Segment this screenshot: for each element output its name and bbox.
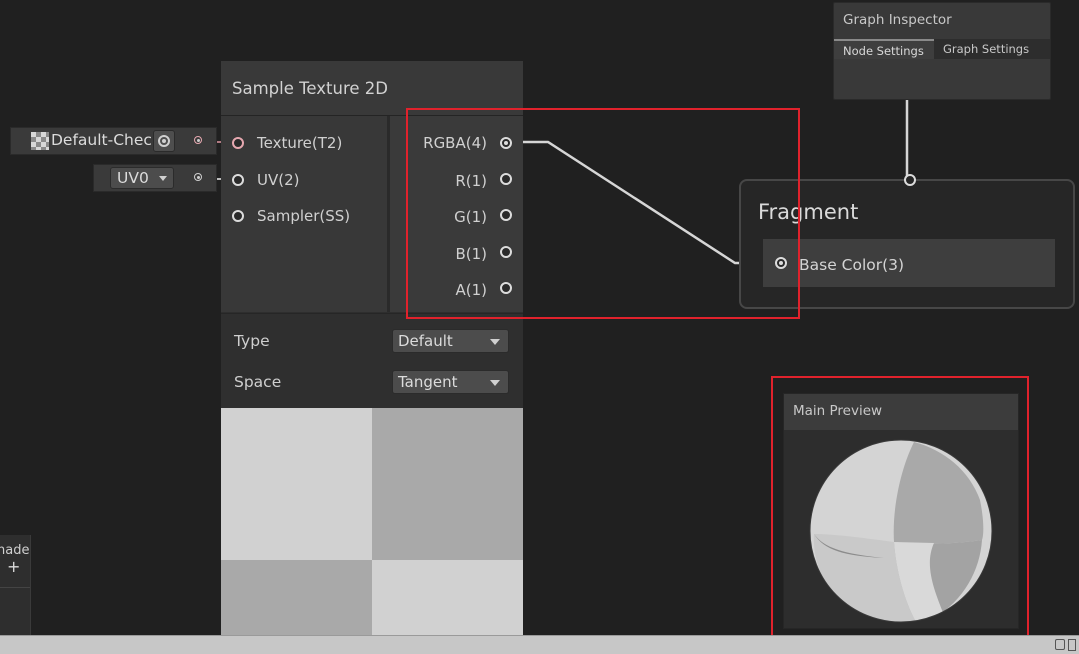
sampler-input-port[interactable] <box>232 210 244 222</box>
node-title: Sample Texture 2D <box>232 79 388 98</box>
texture-input-port[interactable] <box>232 137 244 149</box>
uv-inline-input: UV0 <box>93 164 217 192</box>
space-label: Space <box>234 373 282 391</box>
base-color-label: Base Color(3) <box>799 256 905 274</box>
blackboard-divider <box>0 587 30 588</box>
lock-icon[interactable] <box>1055 639 1065 650</box>
uv-channel-dropdown[interactable]: UV0 <box>110 167 174 189</box>
space-value: Tangent <box>398 373 458 391</box>
tab-graph-settings[interactable]: Graph Settings <box>934 39 1050 59</box>
ports-divider <box>387 116 390 312</box>
blackboard-panel-edge: hade + <box>0 535 31 635</box>
checker-texture-icon <box>31 132 49 150</box>
preview-highlight-box <box>771 376 1029 637</box>
sampler-input-label: Sampler(SS) <box>257 207 351 225</box>
add-property-button[interactable]: + <box>7 557 20 576</box>
graph-inspector-panel: Graph Inspector Node Settings Graph Sett… <box>833 2 1051 100</box>
type-value: Default <box>398 332 453 350</box>
texture-inline-input[interactable]: Default-Chec <box>10 127 217 155</box>
texture-inline-port-icon <box>194 136 202 144</box>
uv-channel-value: UV0 <box>117 169 149 187</box>
type-label: Type <box>234 332 270 350</box>
node-texture-preview <box>221 408 523 636</box>
tab-node-settings[interactable]: Node Settings <box>834 39 934 59</box>
graph-inspector-title: Graph Inspector <box>843 12 952 28</box>
fragment-input-port[interactable] <box>904 174 916 186</box>
outputs-highlight-box <box>406 108 800 319</box>
chevron-down-icon <box>159 176 167 181</box>
uv-inline-port-icon <box>194 173 202 181</box>
object-picker-button[interactable] <box>153 130 175 152</box>
chevron-down-icon <box>490 380 500 386</box>
scroll-icon[interactable] <box>1068 639 1076 651</box>
texture-value: Default-Chec <box>51 131 151 149</box>
blackboard-label: hade <box>0 543 30 558</box>
status-bar <box>0 635 1079 654</box>
base-color-block[interactable]: Base Color(3) <box>763 239 1055 287</box>
uv-input-port[interactable] <box>232 174 244 186</box>
texture-input-label: Texture(T2) <box>257 134 343 152</box>
chevron-down-icon <box>490 339 500 345</box>
space-dropdown[interactable]: Tangent <box>392 370 509 394</box>
node-settings-area: Type Default Space Tangent <box>221 313 523 408</box>
type-dropdown[interactable]: Default <box>392 329 509 353</box>
uv-input-label: UV(2) <box>257 171 300 189</box>
